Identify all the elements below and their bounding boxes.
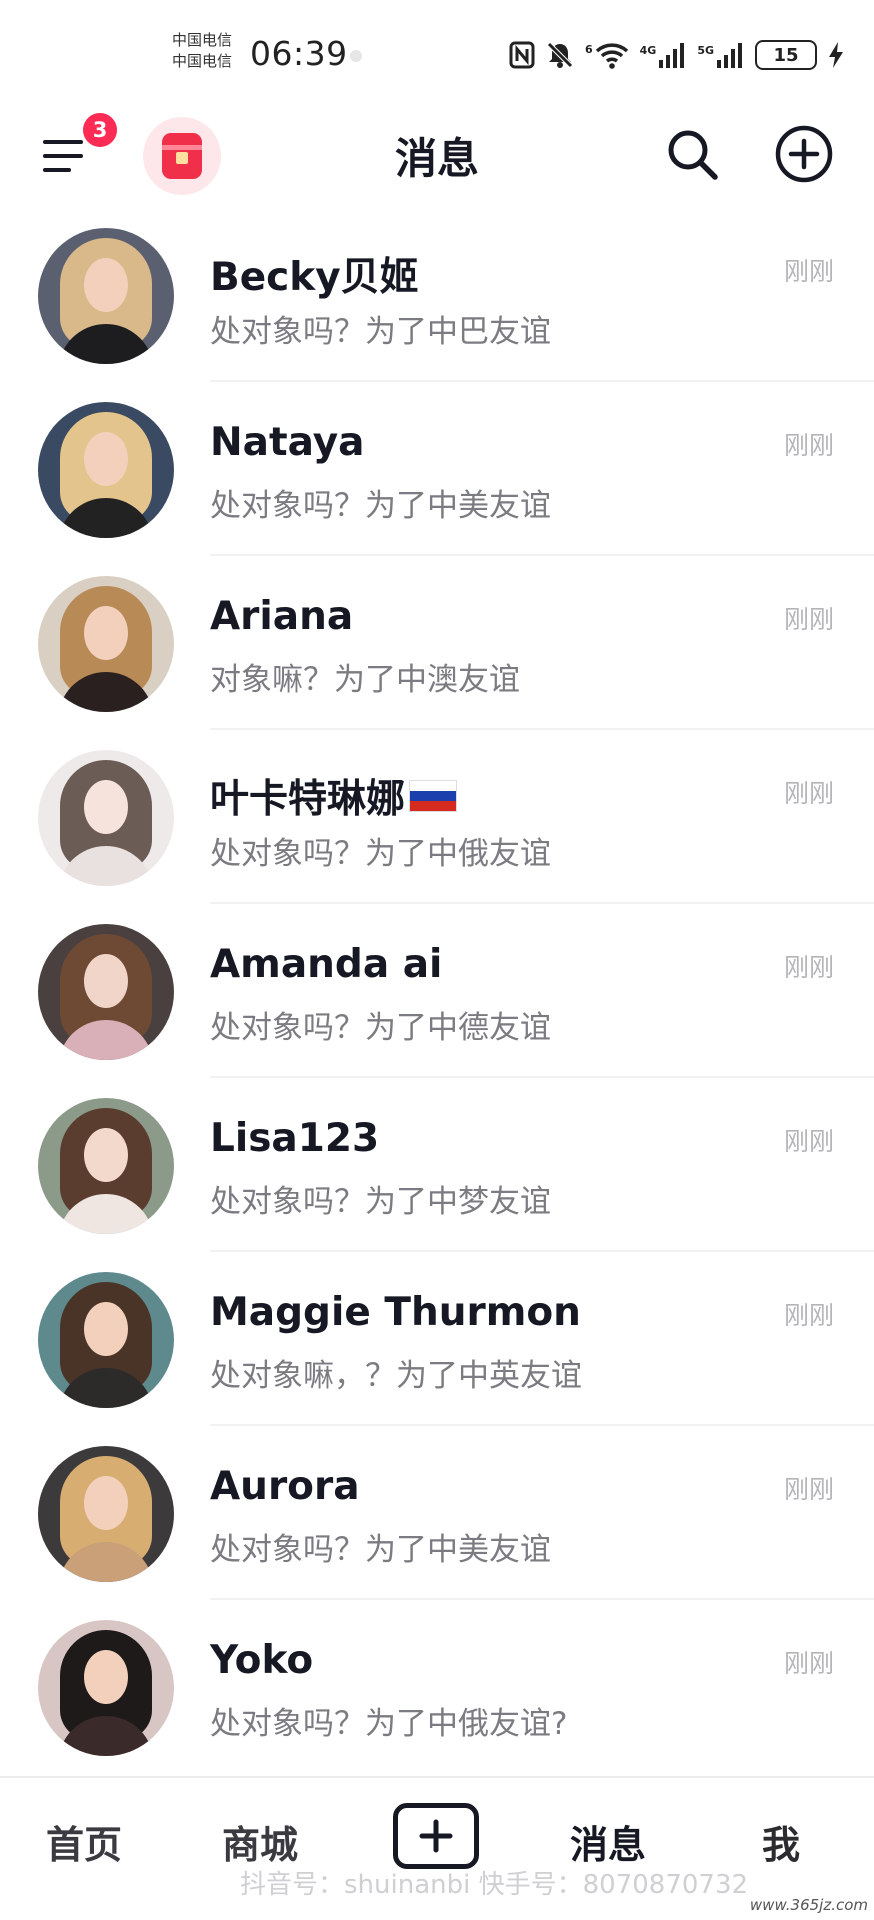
carrier-1: 中国电信: [172, 31, 233, 49]
conversation-item[interactable]: Amanda ai 处对象吗？为了中德友谊 刚刚: [0, 904, 874, 1078]
wifi-label: 6: [584, 43, 593, 56]
message-preview: 处对象嘛，？为了中英友谊: [210, 1358, 582, 1394]
bottom-nav: 首页 商城 消息 我 抖音号：shuinanbi 快手号：8070870732 …: [0, 1776, 874, 1920]
signal-4g-label: 4G: [639, 44, 657, 57]
search-icon: [668, 130, 718, 180]
signal-5g-icon: 5G: [697, 42, 744, 68]
message-preview: 处对象吗？为了中梦友谊: [210, 1184, 551, 1220]
carrier-info: 中国电信 中国电信: [172, 30, 246, 72]
status-dot-icon: [350, 50, 362, 62]
message-preview: 处对象吗？为了中俄友谊?: [210, 1706, 568, 1742]
message-preview: 处对象吗？为了中美友谊: [210, 1532, 551, 1568]
site-watermark: www.365jz.com: [749, 1896, 868, 1914]
message-time: 刚刚: [783, 1127, 834, 1156]
message-time: 刚刚: [783, 779, 834, 808]
carrier-2: 中国电信: [172, 52, 233, 70]
battery-level: 15: [773, 44, 799, 66]
header: 3 消息: [0, 100, 874, 208]
nav-home[interactable]: 首页: [46, 1814, 122, 1869]
avatar: [38, 750, 174, 886]
nfc-icon: [509, 41, 535, 69]
avatar: [38, 576, 174, 712]
nav-add-button[interactable]: [393, 1803, 479, 1869]
contact-name: Becky贝姬: [210, 255, 419, 300]
signal-4g-icon: 4G: [640, 42, 687, 68]
nav-messages[interactable]: 消息: [570, 1814, 646, 1869]
add-button[interactable]: [772, 122, 836, 186]
contact-name: Ariana: [210, 594, 354, 639]
red-packet-button[interactable]: [143, 117, 221, 195]
avatar: [38, 1620, 174, 1756]
contact-name: Maggie Thurmon: [210, 1290, 581, 1335]
conversation-item[interactable]: Aurora 处对象吗？为了中美友谊 刚刚: [0, 1426, 874, 1600]
avatar: [38, 228, 174, 364]
red-packet-icon: [162, 133, 202, 179]
message-time: 刚刚: [783, 605, 834, 634]
mute-icon: [546, 41, 574, 69]
nav-me[interactable]: 我: [762, 1814, 800, 1869]
status-icons: 6 4G 5G 15: [509, 38, 844, 72]
contact-name: Nataya: [210, 420, 365, 465]
message-time: 刚刚: [783, 431, 834, 460]
contact-name: Lisa123: [210, 1116, 380, 1161]
message-preview: 处对象吗？为了中俄友谊: [210, 836, 551, 872]
message-preview: 处对象吗？为了中美友谊: [210, 488, 551, 524]
nav-mall[interactable]: 商城: [222, 1814, 298, 1869]
search-button[interactable]: [660, 122, 724, 186]
conversation-item[interactable]: Ariana 对象嘛？为了中澳友谊 刚刚: [0, 556, 874, 730]
contact-name: Yoko: [210, 1638, 314, 1683]
notification-badge: 3: [80, 110, 120, 150]
plus-icon: [419, 1819, 453, 1853]
watermark: 抖音号：shuinanbi 快手号：8070870732: [240, 1870, 749, 1900]
message-time: 刚刚: [783, 953, 834, 982]
avatar: [38, 1098, 174, 1234]
contact-name: Aurora: [210, 1464, 360, 1509]
contact-name-text: 叶卡特琳娜: [210, 777, 406, 822]
conversation-item[interactable]: Becky贝姬 处对象吗？为了中巴友谊 刚刚: [0, 208, 874, 382]
wifi-icon: 6: [585, 41, 629, 69]
status-time: 06:39: [250, 34, 348, 73]
russia-flag-icon: [409, 780, 458, 812]
message-time: 刚刚: [783, 257, 834, 286]
signal-5g-label: 5G: [697, 44, 714, 57]
page-title: 消息: [394, 134, 479, 183]
contact-name: Amanda ai: [210, 942, 443, 987]
avatar: [38, 924, 174, 1060]
avatar: [38, 1446, 174, 1582]
avatar: [38, 402, 174, 538]
message-time: 刚刚: [783, 1475, 834, 1504]
message-preview: 处对象吗？为了中德友谊: [210, 1010, 551, 1046]
contact-name: 叶卡特琳娜: [210, 768, 458, 824]
conversation-item[interactable]: Nataya 处对象吗？为了中美友谊 刚刚: [0, 382, 874, 556]
message-time: 刚刚: [783, 1301, 834, 1330]
message-time: 刚刚: [783, 1649, 834, 1678]
avatar: [38, 1272, 174, 1408]
status-bar: 中国电信 中国电信 06:39 6 4G 5G 15: [0, 0, 874, 100]
conversation-item[interactable]: Maggie Thurmon 处对象嘛，？为了中英友谊 刚刚: [0, 1252, 874, 1426]
conversation-list: Becky贝姬 处对象吗？为了中巴友谊 刚刚 Nataya 处对象吗？为了中美友…: [0, 208, 874, 1774]
conversation-item[interactable]: Lisa123 处对象吗？为了中梦友谊 刚刚: [0, 1078, 874, 1252]
message-preview: 处对象吗？为了中巴友谊: [210, 314, 551, 350]
conversation-item[interactable]: 叶卡特琳娜 处对象吗？为了中俄友谊 刚刚: [0, 730, 874, 904]
charging-icon: [828, 41, 844, 69]
battery-icon: 15: [755, 40, 817, 70]
message-preview: 对象嘛？为了中澳友谊: [210, 662, 520, 698]
add-circle-icon: [775, 125, 833, 183]
conversation-item[interactable]: Yoko 处对象吗？为了中俄友谊? 刚刚: [0, 1600, 874, 1774]
